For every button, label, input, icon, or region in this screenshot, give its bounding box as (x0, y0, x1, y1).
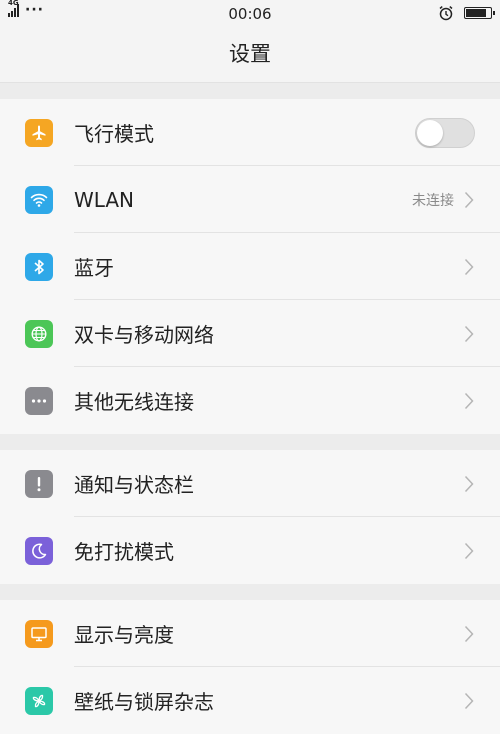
settings-item-control: 未连接 (412, 190, 474, 210)
settings-item-control (464, 692, 474, 710)
chevron-right-icon (464, 542, 474, 559)
settings-item-control (464, 325, 474, 343)
settings-item-control (464, 625, 474, 643)
section-gap (0, 434, 500, 450)
display-icon (25, 619, 53, 648)
chevron-right-icon (464, 392, 474, 409)
settings-item-other-wireless[interactable]: 其他无线连接 (0, 367, 500, 434)
settings-item-control (464, 542, 474, 560)
settings-item-wlan[interactable]: WLAN 未连接 (0, 166, 500, 233)
settings-item-label: WLAN (74, 187, 135, 212)
settings-group-notifications: 通知与状态栏 免打扰模式 (0, 450, 500, 584)
settings-item-dual-sim-network[interactable]: 双卡与移动网络 (0, 300, 500, 367)
settings-item-control (464, 392, 474, 410)
section-gap (0, 584, 500, 600)
battery-icon (464, 7, 495, 19)
settings-item-label: 飞行模式 (74, 122, 154, 146)
settings-item-display-brightness[interactable]: 显示与亮度 (0, 600, 500, 667)
exclamation-icon (25, 469, 53, 498)
settings-item-control (415, 117, 475, 148)
settings-item-label: 蓝牙 (74, 256, 114, 280)
settings-group-connectivity: 飞行模式 WLAN 未连接 蓝牙 双卡与移动网络 其他无线连接 (0, 99, 500, 434)
globe-icon (25, 319, 53, 348)
settings-item-airplane-mode[interactable]: 飞行模式 (0, 99, 500, 166)
settings-item-label: 通知与状态栏 (74, 473, 194, 497)
airplane-mode-toggle[interactable] (415, 117, 475, 148)
settings-item-notifications-status-bar[interactable]: 通知与状态栏 (0, 450, 500, 517)
airplane-icon (25, 118, 53, 147)
page-title: 设置 (0, 26, 500, 83)
settings-item-label: 双卡与移动网络 (74, 323, 214, 347)
settings-item-wallpaper-lockscreen[interactable]: 壁纸与锁屏杂志 (0, 667, 500, 734)
settings-item-control (464, 258, 474, 276)
settings-item-label: 其他无线连接 (74, 390, 194, 414)
chevron-right-icon (464, 475, 474, 492)
wlan-status: 未连接 (412, 192, 454, 209)
chevron-right-icon (464, 258, 474, 275)
section-gap (0, 83, 500, 99)
chevron-right-icon (464, 325, 474, 342)
battery-fill (466, 9, 487, 17)
status-time: 00:06 (228, 5, 272, 23)
more-icon (25, 386, 53, 415)
alarm-icon (439, 6, 453, 21)
settings-item-bluetooth[interactable]: 蓝牙 (0, 233, 500, 300)
status-right (438, 5, 495, 21)
wifi-icon (25, 185, 53, 214)
status-bar: 4G ··· 00:06 (0, 0, 500, 26)
chevron-right-icon (464, 191, 474, 208)
chevron-right-icon (464, 692, 474, 709)
chevron-right-icon (464, 625, 474, 642)
bluetooth-icon (25, 252, 53, 281)
moon-icon (25, 536, 53, 565)
settings-item-label: 免打扰模式 (74, 540, 174, 564)
settings-item-label: 显示与亮度 (74, 623, 174, 647)
toggle-knob (417, 119, 443, 146)
settings-group-display: 显示与亮度 壁纸与锁屏杂志 (0, 600, 500, 734)
settings-item-do-not-disturb[interactable]: 免打扰模式 (0, 517, 500, 584)
settings-item-control (464, 475, 474, 493)
flower-icon (25, 686, 53, 715)
